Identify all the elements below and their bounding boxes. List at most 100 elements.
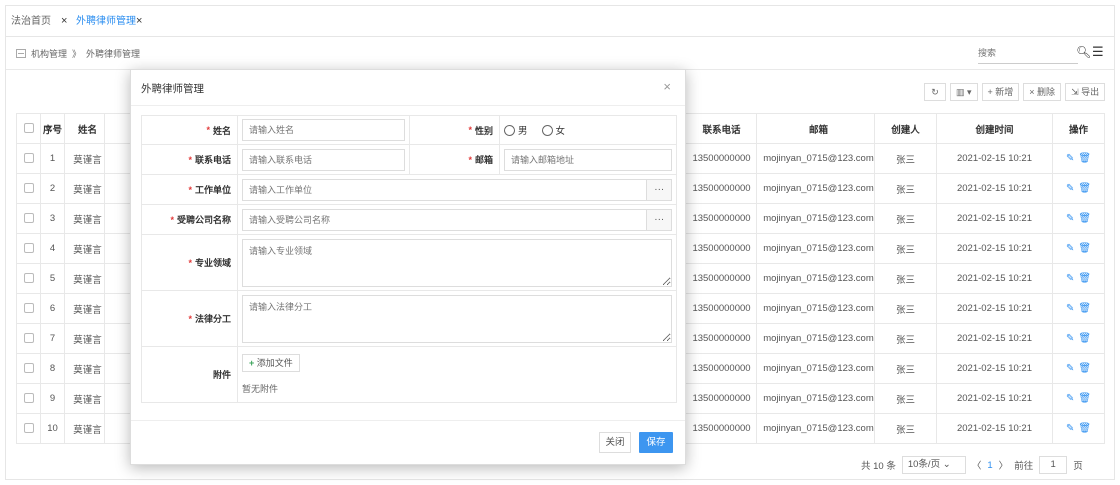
trash-icon[interactable]: 🗑︎ (1078, 363, 1091, 374)
next-page-button[interactable]: 〉 (999, 458, 1009, 472)
attachment-cell: + 添加文件 暂无附件 (238, 347, 676, 402)
row-checkbox[interactable] (23, 363, 34, 374)
field-textarea[interactable] (242, 238, 672, 287)
delete-button[interactable]: × 删除 (1023, 83, 1062, 101)
workunit-input[interactable] (242, 178, 648, 201)
page-number-1[interactable]: 1 (987, 460, 992, 471)
row-checkbox[interactable] (23, 183, 34, 194)
row-checkbox[interactable] (23, 333, 34, 344)
trash-icon[interactable]: 🗑︎ (1078, 213, 1091, 224)
row-no: 7 (40, 323, 65, 354)
phone-input[interactable] (242, 148, 405, 171)
row-checkbox[interactable] (23, 423, 34, 434)
add-button[interactable]: + 新增 (981, 83, 1020, 101)
select-all-checkbox[interactable] (23, 123, 34, 134)
row-select-cell[interactable] (16, 323, 41, 354)
edit-icon[interactable]: ✎ (1066, 333, 1074, 344)
row-phone: 13500000000 (680, 203, 757, 234)
row-phone: 13500000000 (680, 383, 757, 414)
row-select-cell[interactable] (16, 263, 41, 294)
form-row-workunit: *工作单位 ··· (141, 175, 677, 205)
row-checkbox[interactable] (23, 393, 34, 404)
save-button[interactable]: 保存 (639, 432, 673, 453)
row-select-cell[interactable] (16, 383, 41, 414)
close-icon[interactable]: × (61, 15, 67, 27)
row-select-cell[interactable] (16, 173, 41, 204)
row-checkbox[interactable] (23, 303, 34, 314)
close-icon[interactable]: × (663, 79, 671, 94)
row-checkbox[interactable] (23, 243, 34, 254)
trash-icon[interactable]: 🗑︎ (1078, 153, 1091, 164)
close-button[interactable]: 关闭 (599, 432, 631, 453)
row-select-cell[interactable] (16, 233, 41, 264)
gender-male-radio[interactable]: 男 (504, 123, 528, 137)
trash-icon[interactable]: 🗑︎ (1078, 243, 1091, 254)
edit-icon[interactable]: ✎ (1066, 243, 1074, 254)
row-checkbox[interactable] (23, 273, 34, 284)
search-icon[interactable]: 🔍︎ (1076, 45, 1091, 59)
row-actions: ✎ 🗑︎ (1052, 263, 1105, 294)
company-input[interactable] (242, 208, 648, 231)
trash-icon[interactable]: 🗑︎ (1078, 273, 1091, 284)
edit-icon[interactable]: ✎ (1066, 363, 1074, 374)
trash-icon[interactable]: 🗑︎ (1078, 333, 1091, 344)
col-header-email: 邮箱 (756, 113, 875, 144)
export-button[interactable]: ⇲ 导出 (1065, 83, 1106, 101)
row-select-cell[interactable] (16, 143, 41, 174)
row-select-cell[interactable] (16, 353, 41, 384)
company-picker-button[interactable]: ··· (647, 208, 672, 231)
refresh-button[interactable]: ↻ (924, 83, 946, 101)
row-name: 莫谨言 (64, 233, 105, 264)
row-checkbox[interactable] (23, 213, 34, 224)
edit-icon[interactable]: ✎ (1066, 273, 1074, 284)
edit-icon[interactable]: ✎ (1066, 393, 1074, 404)
close-icon[interactable]: × (136, 15, 142, 27)
chevron-down-icon: ⌄ (942, 459, 951, 470)
edit-icon[interactable]: ✎ (1066, 213, 1074, 224)
select-all-cell[interactable] (16, 113, 41, 144)
row-select-cell[interactable] (16, 293, 41, 324)
row-no: 10 (40, 413, 65, 444)
row-select-cell[interactable] (16, 413, 41, 444)
edit-icon[interactable]: ✎ (1066, 303, 1074, 314)
trash-icon[interactable]: 🗑︎ (1078, 183, 1091, 194)
name-input[interactable] (242, 119, 405, 141)
row-email: mojinyan_0715@123.com (756, 323, 875, 354)
edit-icon[interactable]: ✎ (1066, 153, 1074, 164)
col-header-no: 序号 (40, 113, 65, 144)
page-unit-label: 页 (1073, 461, 1083, 472)
dialog-footer: 关闭 保存 (131, 420, 685, 464)
edit-icon[interactable]: ✎ (1066, 183, 1074, 194)
prev-page-button[interactable]: 〈 (972, 458, 982, 472)
row-actions: ✎ 🗑︎ (1052, 293, 1105, 324)
page-size-select[interactable]: 10条/页 ⌄ (901, 456, 966, 474)
row-email: mojinyan_0715@123.com (756, 353, 875, 384)
row-phone: 13500000000 (680, 143, 757, 174)
tab-lawyer-management[interactable]: 外聘律师管理× (76, 6, 142, 36)
lawyer-edit-dialog: 外聘律师管理 × *姓名 *性别 男 女 *联系电话 *邮箱 (130, 69, 686, 465)
gender-label: * 性别 (410, 116, 500, 144)
row-phone: 13500000000 (680, 413, 757, 444)
division-textarea[interactable] (242, 294, 672, 343)
row-email: mojinyan_0715@123.com (756, 233, 875, 264)
row-time: 2021-02-15 10:21 (936, 233, 1053, 264)
list-menu-icon[interactable]: ☰ (1092, 44, 1104, 60)
phone-cell (238, 145, 410, 174)
row-select-cell[interactable] (16, 203, 41, 234)
workunit-label: * 工作单位 (142, 175, 238, 204)
email-input[interactable] (504, 148, 672, 171)
trash-icon[interactable]: 🗑︎ (1078, 393, 1091, 404)
columns-button[interactable]: ▥ ▾ (950, 83, 978, 101)
gender-female-radio[interactable]: 女 (541, 123, 565, 137)
workunit-picker-button[interactable]: ··· (647, 178, 672, 201)
edit-icon[interactable]: ✎ (1066, 423, 1074, 434)
row-creator: 张三 (874, 383, 937, 414)
breadcrumb-root[interactable]: 机构管理 (31, 47, 67, 60)
trash-icon[interactable]: 🗑︎ (1078, 303, 1091, 314)
tab-home[interactable]: 法治首页 × (11, 6, 67, 36)
trash-icon[interactable]: 🗑︎ (1078, 423, 1091, 434)
goto-page-input[interactable]: 1 (1039, 456, 1068, 474)
add-file-button[interactable]: + 添加文件 (242, 354, 300, 372)
row-checkbox[interactable] (23, 153, 34, 164)
search-input[interactable] (978, 44, 1048, 62)
